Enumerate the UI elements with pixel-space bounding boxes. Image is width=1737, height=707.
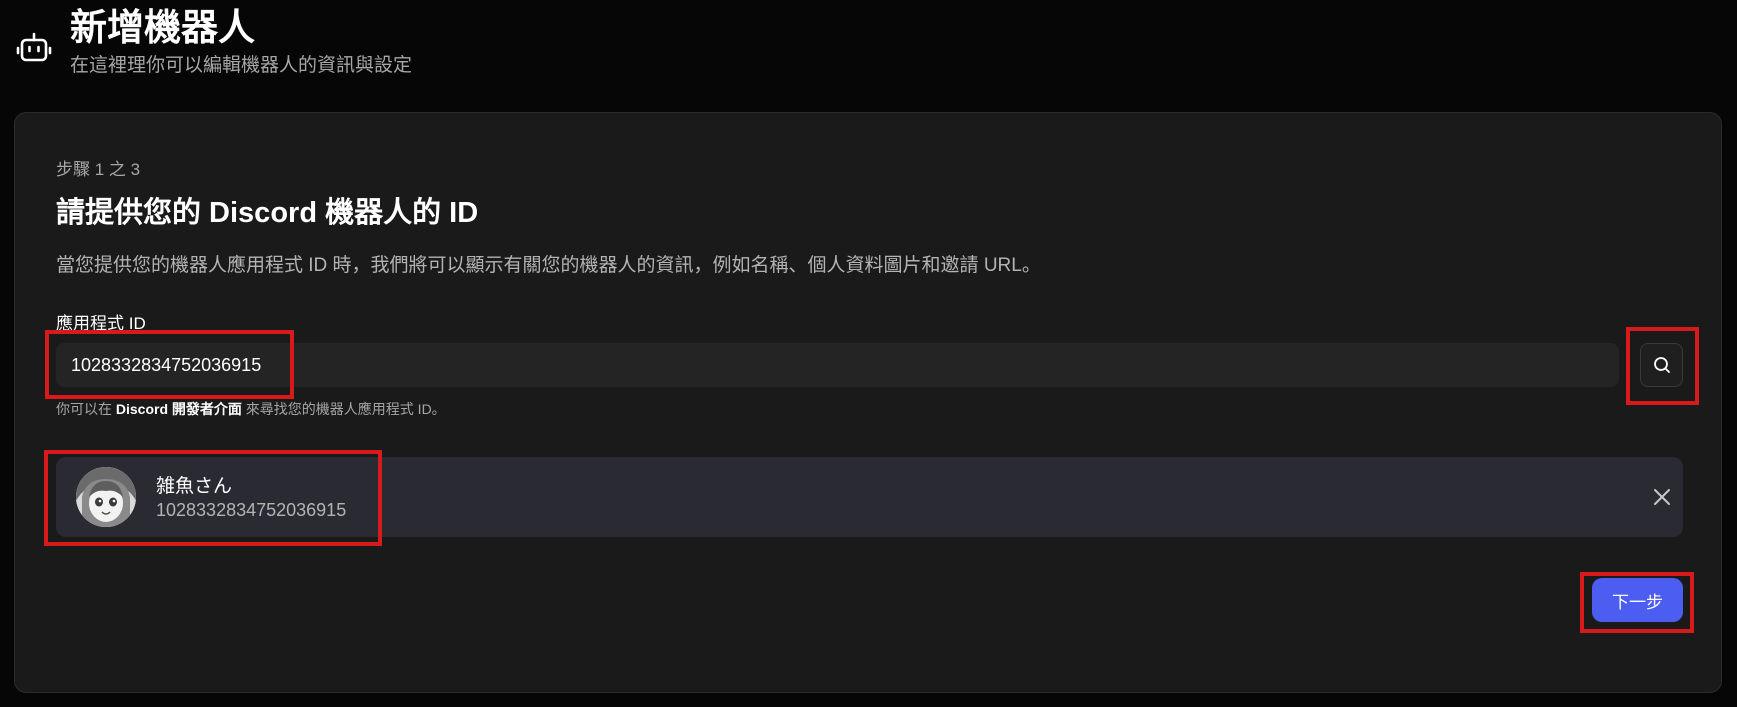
avatar: [76, 467, 136, 527]
app-id-hint: 你可以在 Discord 開發者介面 來尋找您的機器人應用程式 ID。: [56, 399, 446, 419]
hint-suffix: 來尋找您的機器人應用程式 ID。: [245, 401, 446, 417]
app-id-label: 應用程式 ID: [56, 314, 146, 333]
remove-bot-button[interactable]: [1650, 485, 1674, 509]
next-step-button[interactable]: 下一步: [1592, 578, 1683, 622]
form-title: 請提供您的 Discord 機器人的 ID: [56, 197, 479, 229]
app-id-input[interactable]: [56, 343, 1619, 387]
hint-prefix: 你可以在: [56, 401, 112, 417]
page-subtitle: 在這裡理你可以編輯機器人的資訊與設定: [70, 55, 413, 76]
page-title: 新增機器人: [70, 7, 255, 48]
bot-id: 1028332834752036915: [156, 500, 347, 520]
page: 新增機器人 在這裡理你可以編輯機器人的資訊與設定 步驟 1 之 3 請提供您的 …: [0, 0, 1737, 707]
bot-name: 雑魚さん: [156, 476, 233, 497]
search-button[interactable]: [1640, 343, 1683, 387]
step-indicator: 步驟 1 之 3: [56, 160, 141, 179]
form-description: 當您提供您的機器人應用程式 ID 時，我們將可以顯示有關您的機器人的資訊，例如名…: [56, 255, 1041, 276]
close-icon: [1653, 488, 1671, 506]
add-bot-card: 步驟 1 之 3 請提供您的 Discord 機器人的 ID 當您提供您的機器人…: [14, 112, 1722, 693]
robot-icon: [16, 30, 52, 66]
developer-portal-link[interactable]: Discord 開發者介面: [116, 401, 242, 417]
search-icon: [1652, 355, 1672, 375]
bot-preview-card: 雑魚さん 1028332834752036915: [56, 457, 1683, 537]
